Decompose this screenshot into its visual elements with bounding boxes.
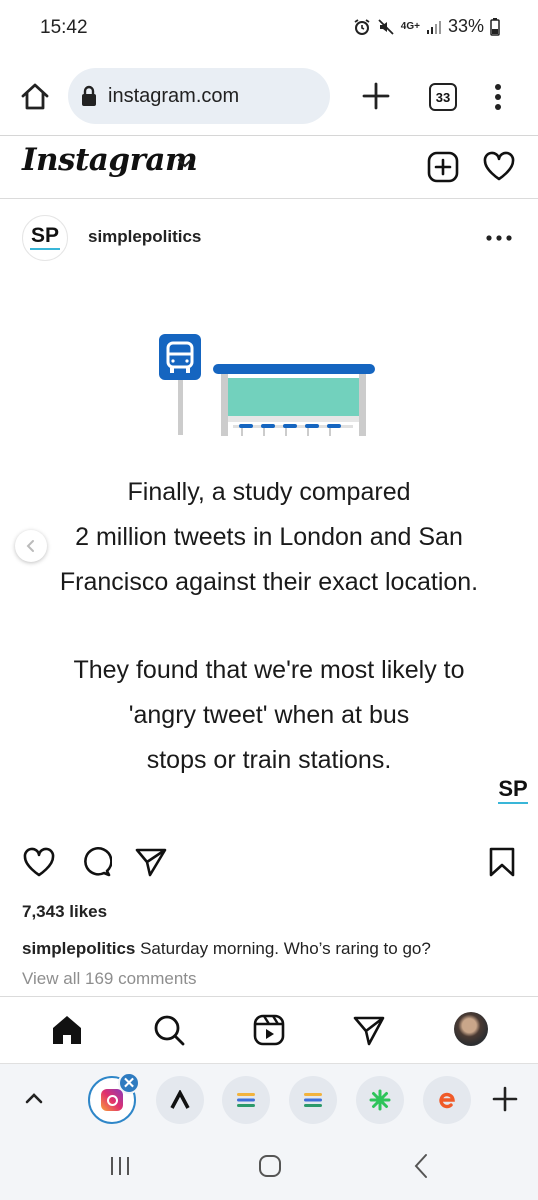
battery-percent: 33%	[447, 16, 484, 36]
image-text-paragraph-1: Finally, a study compared 2 million twee…	[0, 470, 538, 605]
caption-username[interactable]: simplepolitics	[22, 939, 135, 958]
comment-icon[interactable]	[80, 846, 112, 878]
status-icons: 4G+ 33%	[353, 16, 500, 37]
tab-e[interactable]	[423, 1076, 471, 1124]
browser-tab-strip: ✕	[0, 1063, 538, 1133]
post-image[interactable]: Finally, a study compared 2 million twee…	[0, 275, 538, 830]
tabs-button[interactable]: 33	[429, 83, 457, 111]
instagram-bottom-nav	[0, 997, 538, 1063]
share-icon[interactable]	[134, 847, 168, 877]
recents-icon[interactable]	[108, 1155, 132, 1177]
carousel-prev-button[interactable]	[15, 530, 47, 562]
direct-icon[interactable]	[352, 1013, 386, 1047]
battery-icon	[490, 17, 500, 36]
list-icon	[304, 1093, 322, 1107]
system-nav-bar	[0, 1133, 538, 1200]
search-icon[interactable]	[152, 1013, 186, 1047]
network-type: 4G+	[400, 21, 420, 32]
chevron-left-icon	[26, 540, 34, 552]
caption-text: Saturday morning. Who’s raring to go?	[135, 939, 431, 958]
status-time: 15:42	[40, 17, 88, 38]
instagram-header: Instagram	[0, 136, 538, 198]
instagram-icon	[101, 1089, 123, 1111]
image-text-line: Finally, a study compared	[127, 478, 411, 506]
heart-icon[interactable]	[482, 150, 516, 182]
status-bar: 15:42 4G+ 33%	[0, 0, 538, 58]
post-username[interactable]: simplepolitics	[88, 227, 201, 247]
profile-avatar[interactable]	[454, 1012, 488, 1046]
create-icon[interactable]	[426, 150, 460, 184]
post-actions	[0, 838, 538, 884]
sp-watermark: SP	[498, 778, 528, 804]
mute-icon	[378, 18, 394, 35]
clover-icon	[369, 1089, 391, 1111]
home-icon[interactable]	[18, 80, 52, 114]
avatar-text: SP	[30, 224, 59, 247]
image-text-line: Francisco against their exact location.	[59, 568, 479, 596]
view-comments-link[interactable]: View all 169 comments	[22, 969, 197, 989]
back-icon[interactable]	[412, 1153, 430, 1179]
more-vert-icon[interactable]	[486, 80, 510, 114]
address-bar[interactable]: instagram.com	[68, 68, 330, 124]
alarm-icon	[354, 18, 370, 35]
lock-icon	[82, 85, 96, 106]
image-text-line: 'angry tweet' when at bus	[128, 701, 410, 729]
plus-icon[interactable]	[490, 1084, 520, 1114]
bookmark-icon[interactable]	[488, 846, 516, 878]
reels-icon[interactable]	[252, 1013, 286, 1047]
tab-list[interactable]	[222, 1076, 270, 1124]
likes-count[interactable]: 7,343 likes	[22, 902, 107, 922]
home-icon[interactable]	[50, 1013, 84, 1047]
close-icon[interactable]: ✕	[118, 1072, 140, 1094]
chevron-up-icon[interactable]	[22, 1088, 46, 1108]
image-text-paragraph-2: They found that we're most likely to 'an…	[0, 648, 538, 783]
post-header: SP simplepolitics	[0, 199, 538, 275]
plus-icon[interactable]	[360, 80, 392, 112]
bus-stop-illustration	[159, 334, 375, 436]
e-logo-icon	[439, 1092, 455, 1109]
browser-toolbar: instagram.com 33	[0, 58, 538, 136]
arrow-logo-icon	[170, 1090, 190, 1109]
heart-icon[interactable]	[22, 846, 56, 878]
image-text-line: 2 million tweets in London and San	[75, 523, 463, 551]
watermark-text: SP	[498, 776, 528, 801]
list-icon	[237, 1093, 255, 1107]
signal-icon	[426, 20, 441, 34]
instagram-logo[interactable]: Instagram	[22, 142, 198, 178]
more-horiz-icon[interactable]	[486, 235, 512, 241]
post-caption: simplepolitics Saturday morning. Who’s r…	[22, 939, 431, 959]
image-text-line: They found that we're most likely to	[73, 656, 465, 684]
avatar[interactable]: SP	[22, 215, 68, 261]
url-text: instagram.com	[108, 84, 240, 107]
tab-clover[interactable]	[356, 1076, 404, 1124]
image-text-line: stops or train stations.	[146, 746, 392, 774]
home-circle-icon[interactable]	[257, 1153, 283, 1179]
tab-list[interactable]	[289, 1076, 337, 1124]
chevron-down-icon[interactable]	[176, 156, 194, 170]
tab-arrow[interactable]	[156, 1076, 204, 1124]
